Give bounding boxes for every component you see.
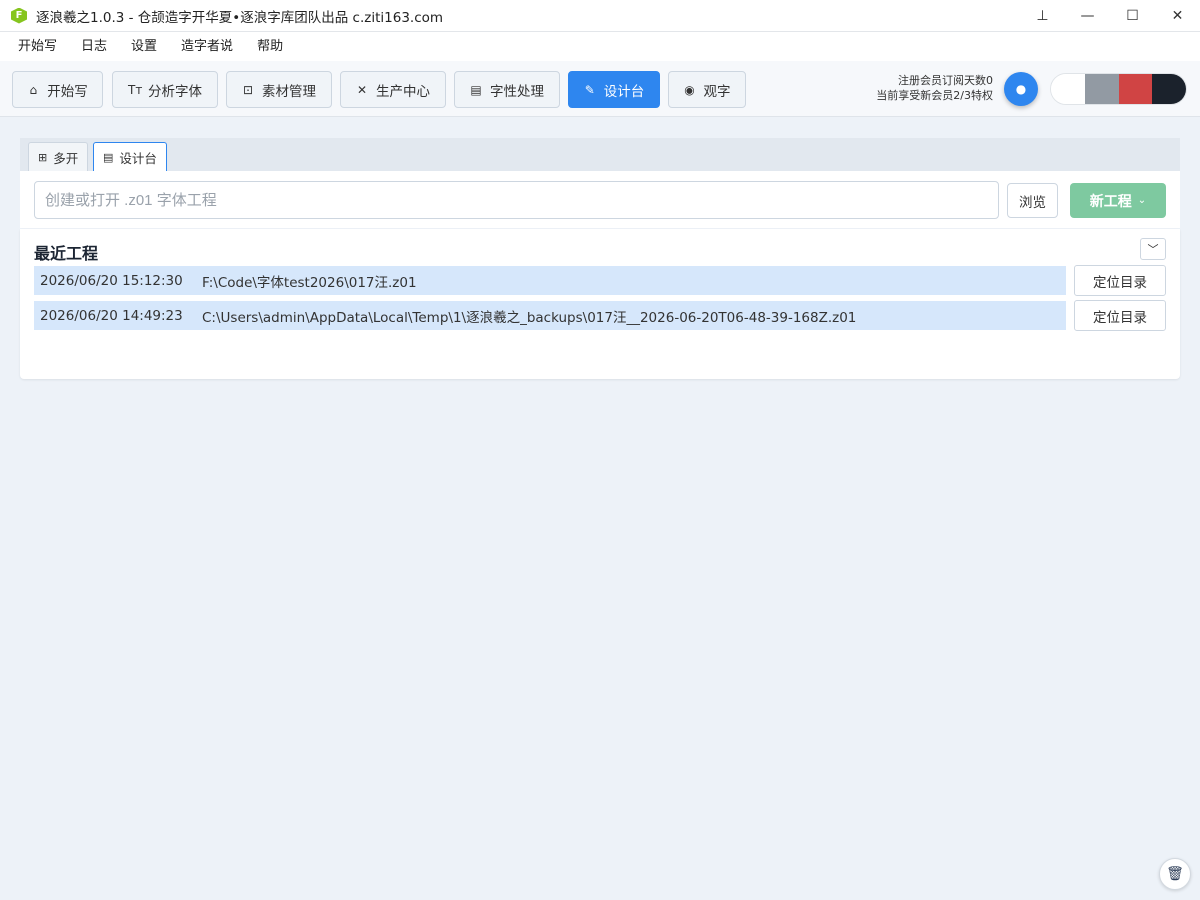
tab-multi-open[interactable]: ⊞ 多开 xyxy=(28,142,89,171)
material-management-button[interactable]: ⊡ 素材管理 xyxy=(226,71,332,108)
design-desk-button[interactable]: ✎ 设计台 xyxy=(568,71,660,108)
tab-strip xyxy=(20,138,1180,171)
button-label: 观字 xyxy=(703,83,731,100)
menu-item-log[interactable]: 日志 xyxy=(69,32,119,61)
button-label: 字性处理 xyxy=(490,83,544,100)
recent-projects-title: 最近工程 xyxy=(34,244,99,263)
recent-project-row[interactable]: 2026/06/20 15:12:30 F:\Code\字体test2026\0… xyxy=(34,266,1066,295)
chevron-down-icon: ﹀ xyxy=(1147,243,1159,256)
project-path: F:\Code\字体test2026\017汪.z01 xyxy=(202,274,417,291)
menu-item-settings[interactable]: 设置 xyxy=(119,32,169,61)
status-toggle-button[interactable]: ● xyxy=(1004,72,1038,106)
recent-project-row[interactable]: 2026/06/20 14:49:23 C:\Users\admin\AppDa… xyxy=(34,301,1066,330)
chevron-down-icon: ⌄ xyxy=(1137,195,1147,206)
production-center-button[interactable]: ✕ 生产中心 xyxy=(340,71,446,108)
minimize-icon[interactable]: — xyxy=(1065,0,1110,32)
theme-swatch-red[interactable] xyxy=(1118,74,1153,104)
project-path-input[interactable] xyxy=(34,181,999,219)
collapse-button[interactable]: ﹀ xyxy=(1140,238,1166,260)
file-icon: ▤ xyxy=(103,151,114,164)
dot-icon: ● xyxy=(1015,82,1027,96)
clipboard-icon: ⊡ xyxy=(242,82,254,97)
new-window-icon: ⊞ xyxy=(38,150,48,164)
theme-swatch-white[interactable] xyxy=(1051,74,1085,104)
button-label: 素材管理 xyxy=(262,83,316,100)
view-glyphs-button[interactable]: ◉ 观字 xyxy=(668,71,746,108)
tools-icon: ✕ xyxy=(356,82,368,97)
analyze-font-button[interactable]: Tт 分析字体 xyxy=(112,71,218,108)
browse-button[interactable]: 浏览 xyxy=(1007,183,1058,218)
theme-swatch-gray[interactable] xyxy=(1084,74,1119,104)
locate-folder-button[interactable]: 定位目录 xyxy=(1074,300,1166,331)
membership-info: 注册会员订阅天数0 当前享受新会员2/3特权 xyxy=(860,73,993,103)
app-logo-icon: F xyxy=(11,7,27,24)
button-label: 设计台 xyxy=(603,83,645,100)
menu-bar: 开始写 日志 设置 造字者说 帮助 xyxy=(0,32,1200,61)
eye-icon: ◉ xyxy=(684,82,695,97)
membership-days: 注册会员订阅天数0 xyxy=(898,74,993,87)
home-icon: ⌂ xyxy=(29,82,38,97)
maximize-icon[interactable]: ☐ xyxy=(1110,0,1155,32)
open-project-panel: 浏览 新工程 ⌄ xyxy=(20,171,1180,228)
tab-label: 多开 xyxy=(53,150,79,166)
trash-icon: 🗑 xyxy=(1166,866,1184,882)
theme-swatch-dark[interactable] xyxy=(1152,74,1186,104)
tab-design-desk[interactable]: ▤ 设计台 xyxy=(93,142,167,172)
locate-folder-button[interactable]: 定位目录 xyxy=(1074,265,1166,296)
window-title: 逐浪羲之1.0.3 - 仓颉造字开华夏•逐浪字库团队出品 c.ziti163.c… xyxy=(36,9,444,26)
pin-icon[interactable]: ⊥ xyxy=(1020,0,1065,32)
theme-switcher xyxy=(1050,73,1187,105)
menu-item-start-writing[interactable]: 开始写 xyxy=(6,32,69,61)
membership-privilege: 当前享受新会员2/3特权 xyxy=(876,89,993,102)
start-writing-button[interactable]: ⌂ 开始写 xyxy=(12,71,103,108)
tab-label: 设计台 xyxy=(119,151,157,166)
button-label: 开始写 xyxy=(47,83,88,100)
new-project-button[interactable]: 新工程 ⌄ xyxy=(1070,183,1166,218)
window-controls: ⊥ — ☐ ✕ xyxy=(1020,0,1200,32)
trash-button[interactable]: 🗑 xyxy=(1159,858,1191,890)
document-icon: ▤ xyxy=(470,82,482,97)
recent-projects-panel: 最近工程 ﹀ 2026/06/20 15:12:30 F:\Code\字体tes… xyxy=(20,229,1180,379)
close-icon[interactable]: ✕ xyxy=(1155,0,1200,32)
glyph-processing-button[interactable]: ▤ 字性处理 xyxy=(454,71,560,108)
project-date: 2026/06/20 14:49:23 xyxy=(40,307,183,324)
menu-item-creator-notes[interactable]: 造字者说 xyxy=(169,32,245,61)
title-bar: F 逐浪羲之1.0.3 - 仓颉造字开华夏•逐浪字库团队出品 c.ziti163… xyxy=(0,0,1200,32)
button-label: 分析字体 xyxy=(148,83,202,100)
design-icon: ✎ xyxy=(584,82,595,97)
project-path: C:\Users\admin\AppData\Local\Temp\1\逐浪羲之… xyxy=(202,309,857,326)
menu-item-help[interactable]: 帮助 xyxy=(245,32,295,61)
new-project-label: 新工程 xyxy=(1089,193,1132,210)
button-label: 生产中心 xyxy=(376,83,430,100)
project-date: 2026/06/20 15:12:30 xyxy=(40,272,183,289)
text-icon: Tт xyxy=(128,82,143,97)
